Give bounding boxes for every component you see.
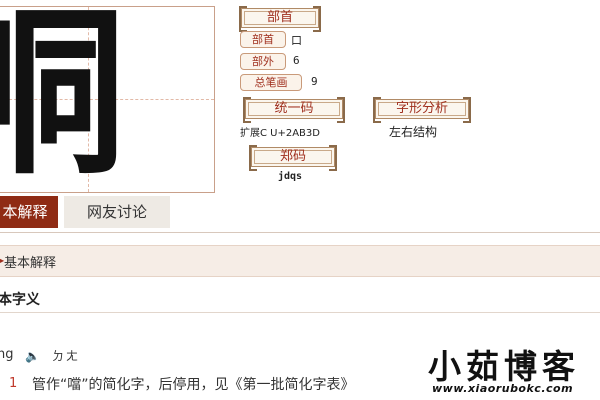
definition-text: 管作“噹”的简化字，后停用，见《第一批简化字表》 bbox=[32, 377, 355, 393]
tab-basic-explanation[interactable]: 本解释 bbox=[0, 196, 58, 228]
strokes-outside-label: 部外 bbox=[240, 53, 286, 70]
total-strokes-label: 总笔画 bbox=[240, 74, 302, 91]
sub-heading: 本字义 bbox=[0, 292, 40, 308]
zhengma-value: jdqs bbox=[278, 171, 303, 182]
section-header: ▶ 基本解释 bbox=[0, 245, 600, 277]
zhengma-panel-title: 郑码 bbox=[249, 145, 337, 171]
total-strokes-value: 9 bbox=[311, 75, 318, 88]
tab-user-discussion[interactable]: 网友讨论 bbox=[64, 196, 170, 228]
large-character: 哃 bbox=[0, 7, 127, 189]
structure-panel-title: 字形分析 bbox=[373, 97, 471, 123]
strokes-outside-value: 6 bbox=[293, 54, 300, 67]
radical-value: 口 bbox=[291, 34, 302, 47]
unicode-value: 扩展C U+2AB3D bbox=[240, 128, 320, 139]
pinyin: ng bbox=[0, 347, 14, 362]
radical-panel-title: 部首 bbox=[239, 6, 321, 32]
section-title: 基本解释 bbox=[4, 256, 57, 271]
structure-value: 左右结构 bbox=[389, 125, 438, 139]
sub-heading-divider bbox=[0, 312, 600, 313]
definition-number: 1 bbox=[9, 376, 18, 391]
speaker-icon[interactable]: 🔈 bbox=[25, 349, 40, 363]
zhuyin: ㄉㄤ bbox=[52, 349, 81, 363]
watermark-title: 小茹博客 bbox=[428, 347, 580, 386]
watermark-url: www.xiaorubokc.com bbox=[432, 382, 574, 395]
tab-divider bbox=[0, 232, 600, 233]
unicode-panel-title: 统一码 bbox=[243, 97, 345, 123]
radical-label: 部首 bbox=[240, 31, 286, 48]
character-display: 哃 bbox=[0, 6, 215, 193]
